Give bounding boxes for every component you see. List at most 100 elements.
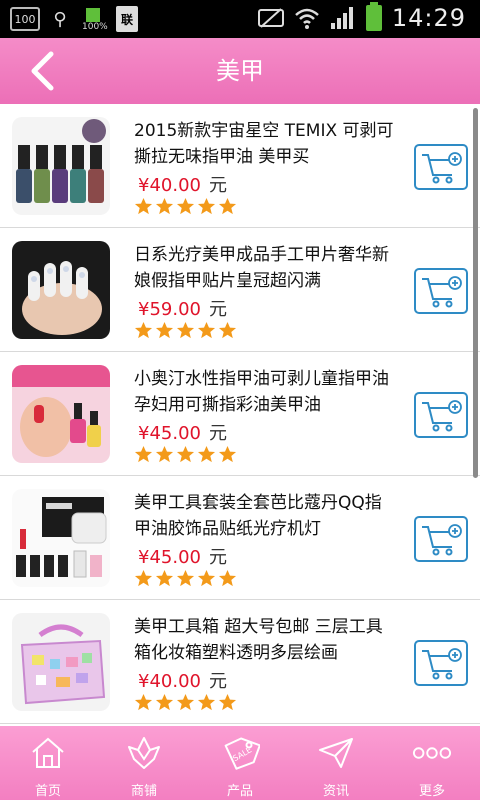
product-price: ¥40.00 元 [138,667,227,693]
product-price: ¥40.00 元 [138,171,227,197]
product-item[interactable]: 2015新款宇宙星空 TEMIX 可剥可撕拉无味指甲油 美甲买 ¥40.00 元 [0,104,480,228]
nav-label-products: 产品 [226,784,253,799]
star-icon [176,197,195,215]
rating-stars [134,569,237,588]
paper-plane-icon [316,734,356,772]
price-value: ¥45.00 [138,423,201,444]
sim-icon: 联 [116,6,138,32]
chevron-left-icon [31,51,54,91]
title-bar: 美甲 [0,38,480,104]
product-price: ¥45.00 元 [138,543,227,569]
clock: 14:29 [391,4,466,32]
product-item[interactable]: 美甲工具套装全套芭比蔻丹QQ指甲油胶饰品贴纸光疗机灯 ¥45.00 元 [0,476,480,600]
star-icon [155,197,174,215]
cart-add-icon [422,152,462,184]
price-unit: 元 [208,299,227,320]
battery-full-icon: 100% [80,6,108,32]
product-price: ¥45.00 元 [138,419,227,445]
add-to-cart-button[interactable] [414,268,468,314]
star-icon [218,321,237,339]
product-list[interactable]: 2015新款宇宙星空 TEMIX 可剥可撕拉无味指甲油 美甲买 ¥40.00 元 [0,104,480,726]
nav-label-news: 资讯 [322,784,349,799]
star-icon [176,569,195,587]
product-name[interactable]: 美甲工具套装全套芭比蔻丹QQ指甲油胶饰品贴纸光疗机灯 [134,490,396,542]
product-image-nail-art[interactable] [12,241,110,339]
product-image-tool-box[interactable] [12,613,110,711]
star-icon [176,445,195,463]
battery-icon [365,2,382,31]
star-icon [134,569,153,587]
star-icon [197,693,216,711]
add-to-cart-button[interactable] [414,640,468,686]
cart-add-icon [422,648,462,680]
star-icon [155,569,174,587]
star-icon [218,569,237,587]
star-icon [197,445,216,463]
rating-stars [134,197,237,216]
list-scrollbar[interactable] [473,108,478,478]
star-icon [218,197,237,215]
wifi-icon [294,4,320,32]
bottom-nav: 首页 商铺 SALE 产品 资讯 更多 [0,726,480,800]
product-image-uv-lamp-kit[interactable] [12,489,110,587]
price-unit: 元 [208,175,227,196]
nav-item-more[interactable]: 更多 [384,726,480,800]
svg-text:SALE: SALE [231,745,253,763]
add-to-cart-button[interactable] [414,516,468,562]
star-icon [218,445,237,463]
star-icon [134,197,153,215]
price-value: ¥40.00 [138,671,201,692]
nav-item-products[interactable]: SALE 产品 [192,726,288,800]
product-name[interactable]: 2015新款宇宙星空 TEMIX 可剥可撕拉无味指甲油 美甲买 [134,118,396,170]
add-to-cart-button[interactable] [414,144,468,190]
more-icon [412,734,452,772]
status-bar: 100 ⚲ 100% 联 14:29 [0,0,480,38]
star-icon [197,569,216,587]
star-icon [155,693,174,711]
product-price: ¥59.00 元 [138,295,227,321]
battery-small-label: 100% [82,22,108,32]
product-image-nail-polish[interactable] [12,117,110,215]
nav-label-shop: 商铺 [130,784,157,799]
product-item[interactable]: 日系光疗美甲成品手工甲片奢华新娘假指甲贴片皇冠超闪满 ¥59.00 元 [0,228,480,352]
nav-item-news[interactable]: 资讯 [288,726,384,800]
home-icon [28,734,68,772]
nav-item-shop[interactable]: 商铺 [96,726,192,800]
nav-item-home[interactable]: 首页 [0,726,96,800]
product-name[interactable]: 小奥汀水性指甲油可剥儿童指甲油孕妇用可撕指彩油美甲油 [134,366,396,418]
star-icon [155,445,174,463]
tag-icon: SALE [220,734,260,772]
page-title: 美甲 [216,57,264,85]
price-unit: 元 [208,423,227,444]
star-icon [218,693,237,711]
mute-icon [257,4,284,32]
price-value: ¥59.00 [138,299,201,320]
star-icon [176,321,195,339]
cart-add-icon [422,524,462,556]
star-icon [197,197,216,215]
notification-count-icon: 100 [10,7,40,31]
usb-icon: ⚲ [53,8,67,30]
star-icon [134,445,153,463]
price-unit: 元 [208,671,227,692]
signal-icon [330,4,356,32]
back-button[interactable] [22,50,62,92]
star-icon [134,321,153,339]
nav-label-more: 更多 [418,784,445,799]
star-icon [134,693,153,711]
cart-add-icon [422,276,462,308]
price-unit: 元 [208,547,227,568]
rating-stars [134,445,237,464]
price-value: ¥45.00 [138,547,201,568]
rating-stars [134,321,237,340]
cart-add-icon [422,400,462,432]
add-to-cart-button[interactable] [414,392,468,438]
star-icon [155,321,174,339]
product-image-kids-polish[interactable] [12,365,110,463]
product-item[interactable]: 美甲工具箱 超大号包邮 三层工具箱化妆箱塑料透明多层绘画 ¥40.00 元 [0,600,480,724]
product-name[interactable]: 日系光疗美甲成品手工甲片奢华新娘假指甲贴片皇冠超闪满 [134,242,396,294]
nav-label-home: 首页 [34,784,61,799]
product-item[interactable]: 小奥汀水性指甲油可剥儿童指甲油孕妇用可撕指彩油美甲油 ¥45.00 元 [0,352,480,476]
product-name[interactable]: 美甲工具箱 超大号包邮 三层工具箱化妆箱塑料透明多层绘画 [134,614,396,666]
price-value: ¥40.00 [138,175,201,196]
